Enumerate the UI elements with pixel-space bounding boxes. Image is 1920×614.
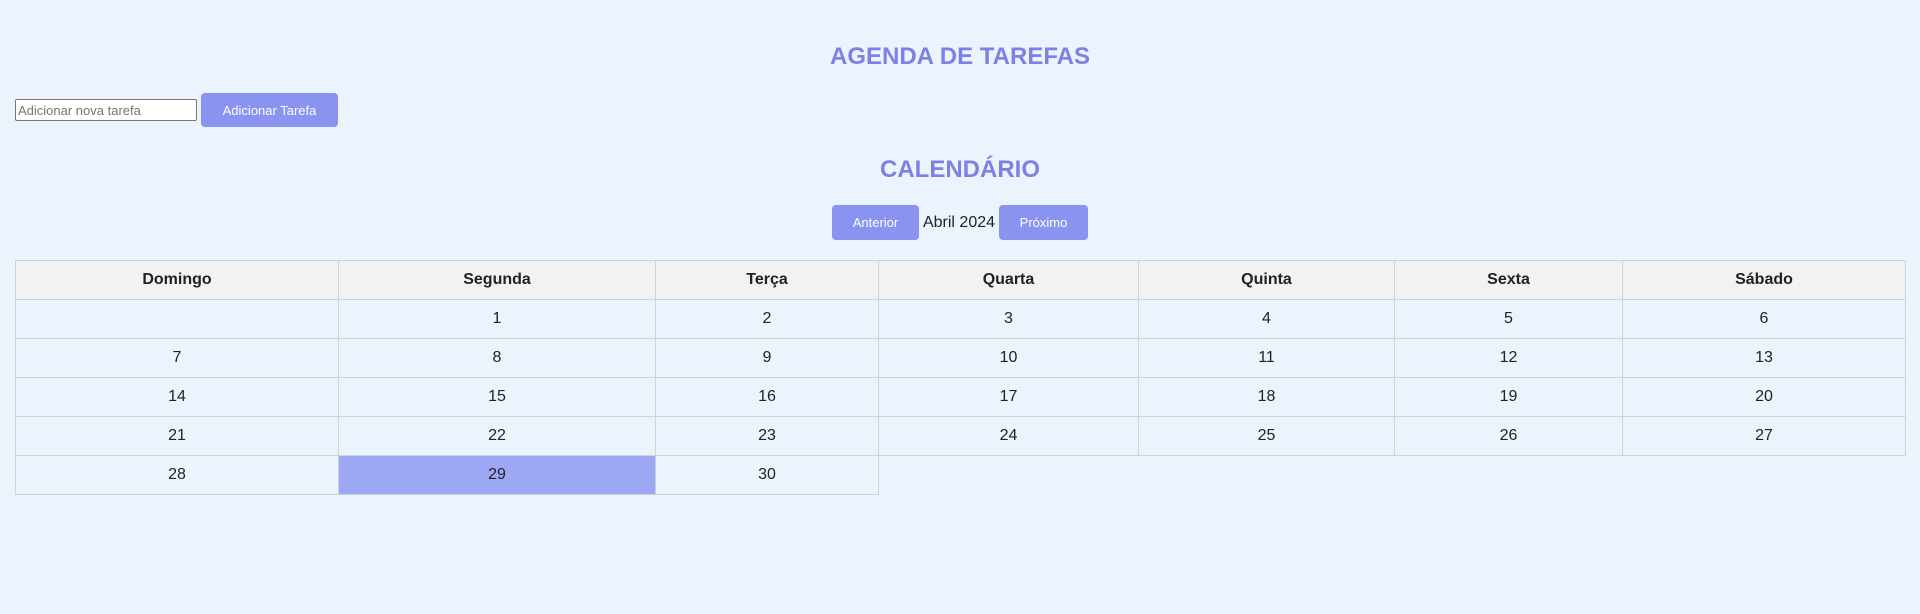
- calendar-week-row: 14 15 16 17 18 19 20: [15, 377, 1906, 417]
- weekday-header: Segunda: [338, 260, 656, 300]
- calendar-week-row: 21 22 23 24 25 26 27: [15, 416, 1906, 456]
- calendar-day-cell[interactable]: 7: [15, 338, 339, 378]
- calendar-day-cell[interactable]: 13: [1622, 338, 1906, 378]
- add-task-button[interactable]: Adicionar Tarefa: [201, 93, 338, 127]
- calendar-day-cell[interactable]: 1: [338, 299, 656, 339]
- calendar-day-cell[interactable]: 22: [338, 416, 656, 456]
- calendar-day-cell[interactable]: 23: [655, 416, 879, 456]
- calendar-day-cell[interactable]: 12: [1394, 338, 1623, 378]
- calendar-day-cell[interactable]: 11: [1138, 338, 1395, 378]
- weekday-header: Sexta: [1394, 260, 1623, 300]
- app-page: AGENDA DE TAREFAS Adicionar Tarefa CALEN…: [0, 0, 1920, 614]
- calendar-title: CALENDÁRIO: [880, 156, 1040, 183]
- calendar-blank-cell: [1395, 456, 1623, 495]
- calendar-day-cell[interactable]: 10: [878, 338, 1139, 378]
- weekday-header-row: Domingo Segunda Terça Quarta Quinta Sext…: [15, 260, 1906, 300]
- calendar-day-cell[interactable]: 16: [655, 377, 879, 417]
- weekday-header: Quarta: [878, 260, 1139, 300]
- calendar-day-cell[interactable]: 5: [1394, 299, 1623, 339]
- weekday-header: Quinta: [1138, 260, 1395, 300]
- calendar-day-cell[interactable]: 14: [15, 377, 339, 417]
- calendar-day-cell[interactable]: 19: [1394, 377, 1623, 417]
- calendar-day-cell[interactable]: 18: [1138, 377, 1395, 417]
- current-month-label: Abril 2024: [922, 213, 996, 231]
- calendar-nav: Anterior Abril 2024 Próximo: [0, 205, 1920, 240]
- calendar-day-cell-empty: [15, 299, 339, 339]
- calendar-day-cell[interactable]: 17: [878, 377, 1139, 417]
- calendar-day-cell[interactable]: 20: [1622, 377, 1906, 417]
- weekday-header: Domingo: [15, 260, 339, 300]
- calendar-day-cell[interactable]: 21: [15, 416, 339, 456]
- calendar-day-cell[interactable]: 28: [15, 455, 339, 495]
- page-title: AGENDA DE TAREFAS: [829, 43, 1090, 70]
- calendar-day-cell[interactable]: 24: [878, 416, 1139, 456]
- new-task-input[interactable]: [15, 99, 197, 121]
- calendar-blank-cell: [1623, 456, 1906, 495]
- calendar-grid: Domingo Segunda Terça Quarta Quinta Sext…: [15, 260, 1906, 495]
- calendar-day-cell[interactable]: 3: [878, 299, 1139, 339]
- calendar-blank-cell: [1139, 456, 1395, 495]
- task-form: Adicionar Tarefa: [15, 93, 338, 127]
- calendar-day-cell[interactable]: 25: [1138, 416, 1395, 456]
- calendar-day-cell[interactable]: 9: [655, 338, 879, 378]
- calendar-day-cell[interactable]: 4: [1138, 299, 1395, 339]
- calendar-week-row: 1 2 3 4 5 6: [15, 299, 1906, 339]
- calendar-day-cell[interactable]: 2: [655, 299, 879, 339]
- calendar-day-cell[interactable]: 30: [655, 455, 879, 495]
- calendar-day-cell[interactable]: 6: [1622, 299, 1906, 339]
- calendar-week-row: 7 8 9 10 11 12 13: [15, 338, 1906, 378]
- calendar-day-cell[interactable]: 27: [1622, 416, 1906, 456]
- calendar-blank-cell: [879, 456, 1139, 495]
- calendar-day-cell[interactable]: 8: [338, 338, 656, 378]
- calendar-day-cell-today[interactable]: 29: [338, 455, 656, 495]
- calendar-day-cell[interactable]: 26: [1394, 416, 1623, 456]
- previous-month-button[interactable]: Anterior: [831, 205, 919, 240]
- next-month-button[interactable]: Próximo: [999, 205, 1089, 240]
- weekday-header: Terça: [655, 260, 879, 300]
- weekday-header: Sábado: [1622, 260, 1906, 300]
- calendar-day-cell[interactable]: 15: [338, 377, 656, 417]
- calendar-week-row: 28 29 30: [15, 455, 1906, 495]
